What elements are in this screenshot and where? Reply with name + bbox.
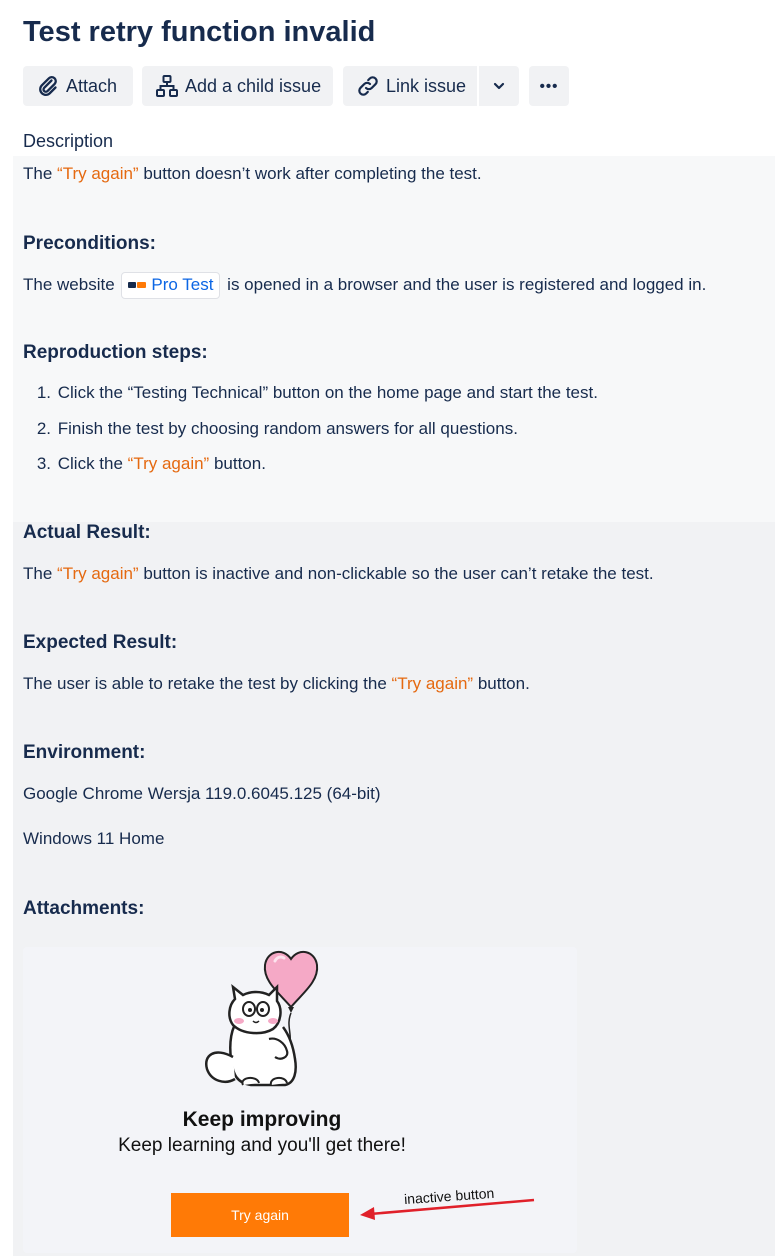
- attachment-screenshot[interactable]: Keep improving Keep learning and you'll …: [23, 947, 577, 1253]
- step-text: Click the “Testing Technical” button on …: [57, 383, 598, 402]
- intro-text-end: button doesn’t work after completing the…: [138, 164, 482, 183]
- preconditions-text: The website Pro Test is opened in a brow…: [23, 272, 706, 299]
- step-number: 2.: [36, 419, 51, 438]
- paperclip-icon: [39, 75, 57, 97]
- issue-toolbar: Attach Add a child issue Link issue •••: [23, 66, 569, 106]
- attachment-subtitle: Keep learning and you'll get there!: [118, 1135, 406, 1156]
- environment-os: Windows 11 Home: [23, 829, 165, 848]
- reproduction-steps-heading: Reproduction steps:: [23, 342, 208, 363]
- preconditions-heading: Preconditions:: [23, 233, 157, 254]
- actual-result-heading: Actual Result:: [23, 522, 151, 543]
- link-issue-group: Link issue: [343, 66, 519, 106]
- step-text: Finish the test by choosing random answe…: [57, 419, 518, 438]
- try-again-highlight: “Try again”: [127, 454, 210, 473]
- environment-browser: Google Chrome Wersja 119.0.6045.125 (64-…: [23, 784, 381, 803]
- cat-with-balloon-illustration: [204, 950, 319, 1087]
- more-actions-button[interactable]: •••: [529, 66, 569, 106]
- step-2: 2. Finish the test by choosing random an…: [23, 419, 518, 439]
- try-again-highlight: “Try again”: [57, 164, 139, 183]
- step-text-end: button.: [209, 454, 266, 473]
- step-number: 1.: [36, 383, 51, 402]
- step-3: 3. Click the “Try again” button.: [23, 454, 266, 474]
- step-text: Click the: [57, 454, 128, 473]
- pro-test-logo-icon: [128, 281, 147, 288]
- add-child-issue-button[interactable]: Add a child issue: [142, 66, 333, 106]
- expected-result-text: The user is able to retake the test by c…: [23, 674, 530, 694]
- link-icon: [358, 76, 378, 96]
- pro-test-link[interactable]: Pro Test: [121, 272, 221, 299]
- link-issue-label: Link issue: [386, 75, 467, 96]
- step-1: 1. Click the “Testing Technical” button …: [23, 383, 598, 403]
- add-child-issue-label: Add a child issue: [185, 75, 322, 96]
- try-again-highlight: “Try again”: [391, 674, 474, 693]
- link-issue-dropdown-button[interactable]: [479, 66, 519, 106]
- preconditions-text-start: The website: [23, 275, 120, 294]
- description-label: Description: [23, 131, 114, 151]
- preconditions-text-end: is opened in a browser and the user is r…: [222, 275, 707, 294]
- link-issue-button[interactable]: Link issue: [343, 66, 477, 106]
- expected-text-start: The user is able to retake the test by c…: [23, 674, 392, 693]
- attach-button[interactable]: Attach: [23, 66, 133, 106]
- description-intro: The “Try again” button doesn’t work afte…: [23, 164, 482, 184]
- hierarchy-icon: [156, 75, 178, 97]
- try-again-button-image: Try again: [171, 1193, 349, 1237]
- actual-text-start: The: [23, 564, 58, 583]
- try-again-highlight: “Try again”: [57, 564, 139, 583]
- step-number: 3.: [36, 454, 51, 473]
- actual-text-end: button is inactive and non-clickable so …: [138, 564, 654, 583]
- issue-title[interactable]: Test retry function invalid: [23, 16, 375, 49]
- attachments-heading: Attachments:: [23, 898, 145, 919]
- intro-text: The: [23, 164, 58, 183]
- attach-label: Attach: [66, 75, 118, 96]
- attachment-title: Keep improving: [182, 1108, 342, 1131]
- expected-text-end: button.: [473, 674, 530, 693]
- pro-test-link-label: Pro Test: [151, 275, 214, 294]
- chevron-down-icon: [493, 82, 505, 90]
- environment-heading: Environment:: [23, 742, 146, 763]
- expected-result-heading: Expected Result:: [23, 632, 178, 653]
- actual-result-text: The “Try again” button is inactive and n…: [23, 564, 654, 584]
